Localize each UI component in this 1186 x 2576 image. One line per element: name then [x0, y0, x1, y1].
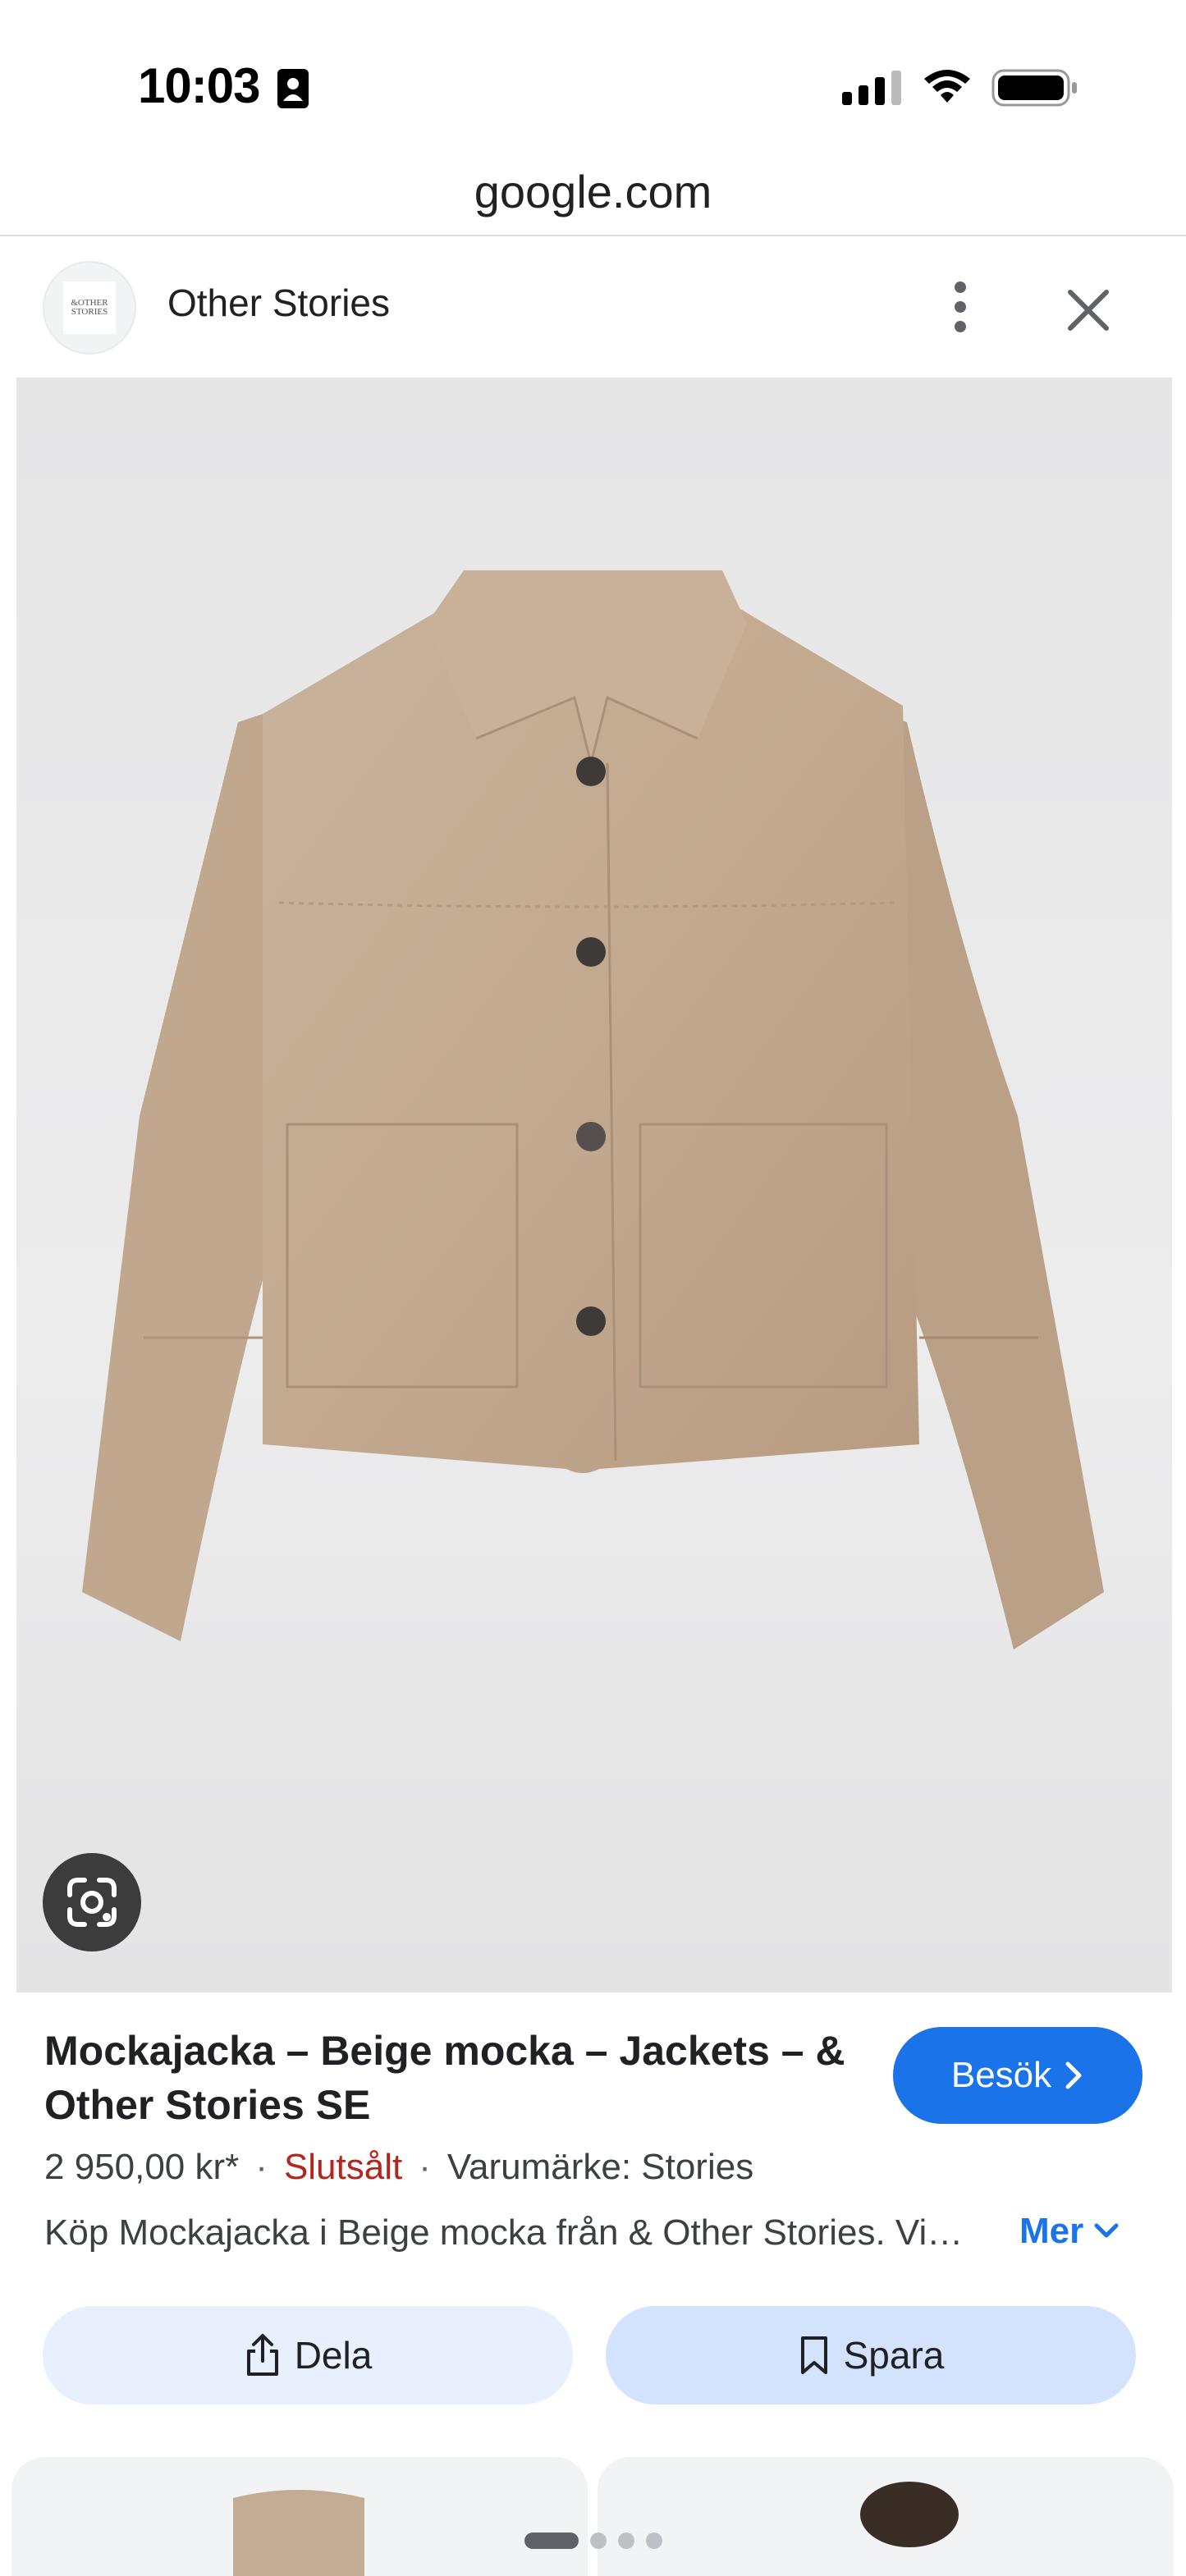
product-price: 2 950,00 kr*: [44, 2147, 240, 2187]
page-dot[interactable]: [589, 2533, 607, 2549]
battery-icon: [991, 69, 1077, 107]
meta-separator: ·: [255, 2147, 268, 2187]
cellular-signal-icon: [842, 71, 901, 105]
google-lens-button[interactable]: [43, 1853, 141, 1951]
visit-button[interactable]: Besök: [893, 2027, 1142, 2124]
site-name[interactable]: Other Stories: [167, 281, 390, 325]
more-vert-icon[interactable]: [936, 274, 985, 340]
wifi-icon: [924, 70, 970, 103]
related-product-thumbnail: [860, 2482, 959, 2547]
jacket-illustration: [82, 570, 1104, 1649]
related-result-card[interactable]: [11, 2457, 588, 2576]
chevron-right-icon: [1065, 2061, 1082, 2089]
related-product-thumbnail: [233, 2490, 364, 2576]
contact-card-icon: [277, 69, 309, 108]
page-dot[interactable]: [645, 2533, 662, 2549]
page-indicator: [0, 2526, 1186, 2555]
product-info: Mockajacka – Beige mocka – Jackets – & O…: [0, 1993, 1186, 2452]
stock-status: Slutsålt: [283, 2147, 403, 2187]
url-bar[interactable]: google.com: [0, 148, 1186, 236]
product-description: Köp Mockajacka i Beige mocka från & Othe…: [44, 2212, 972, 2253]
share-icon: [246, 2334, 278, 2376]
status-bar: 10:03: [0, 0, 1186, 148]
product-meta: 2 950,00 kr* · Slutsålt · Varumärke: Sto…: [44, 2147, 753, 2188]
save-label: Spara: [843, 2334, 945, 2377]
share-button[interactable]: Dela: [43, 2306, 573, 2404]
logo-text-line2: STORIES: [71, 307, 108, 317]
more-button[interactable]: Mer: [1019, 2211, 1120, 2252]
close-icon[interactable]: [1059, 281, 1118, 340]
url-domain: google.com: [474, 165, 712, 217]
site-header: &OTHER STORIES Other Stories: [0, 238, 1186, 376]
share-label: Dela: [294, 2334, 373, 2377]
product-brand: Varumärke: Stories: [446, 2147, 754, 2187]
page-dot-active[interactable]: [524, 2533, 579, 2549]
bookmark-icon: [800, 2336, 827, 2374]
product-title[interactable]: Mockajacka – Beige mocka – Jackets – & O…: [44, 2024, 865, 2132]
site-logo-mark: &OTHER STORIES: [63, 281, 116, 334]
meta-separator: ·: [419, 2147, 431, 2187]
product-image[interactable]: [16, 377, 1172, 1993]
related-result-card[interactable]: [598, 2457, 1174, 2576]
page-dot[interactable]: [617, 2533, 634, 2549]
status-time: 10:03: [138, 58, 260, 113]
chevron-down-icon: [1094, 2223, 1119, 2238]
page: 10:03 google.com &OTHER STORIES Other St…: [0, 0, 1186, 2576]
site-logo[interactable]: &OTHER STORIES: [43, 261, 136, 355]
save-button[interactable]: Spara: [606, 2306, 1136, 2404]
more-label: Mer: [1019, 2211, 1084, 2251]
visit-label: Besök: [950, 2055, 1052, 2095]
google-lens-icon: [67, 1878, 117, 1927]
